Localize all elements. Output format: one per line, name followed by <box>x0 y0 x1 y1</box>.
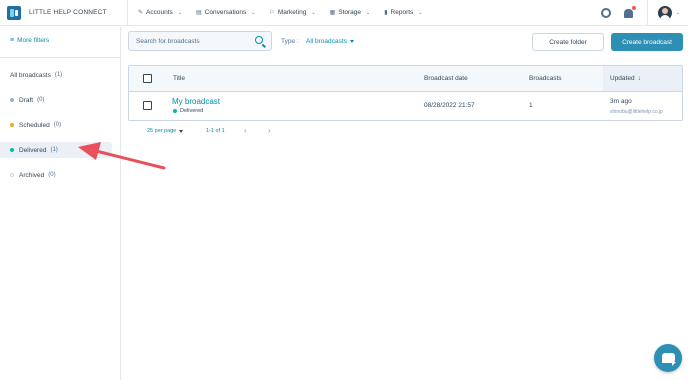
chevron-down-icon: ⌄ <box>251 9 256 16</box>
nav-right-group: ⌄ <box>600 0 688 26</box>
sidebar-item-label: All broadcasts <box>10 71 51 79</box>
sidebar-item-label: Delivered <box>19 146 47 154</box>
status-badge: Delivered <box>173 108 203 114</box>
search-input[interactable] <box>136 37 246 45</box>
brand-logo[interactable] <box>7 5 21 20</box>
chevron-left-icon[interactable]: ‹ <box>244 126 247 135</box>
column-header-broadcasts[interactable]: Broadcasts <box>529 75 562 82</box>
per-page-label: 25 per page <box>147 128 177 134</box>
nav-item-accounts[interactable]: ✎ Accounts ⌄ <box>138 9 182 16</box>
more-filters-link[interactable]: ≡ More filters <box>10 37 49 44</box>
chat-icon: ▤ <box>195 10 202 16</box>
table-header: Title Broadcast date Broadcasts Updated … <box>129 66 682 92</box>
chevron-down-icon: ⌄ <box>418 9 423 16</box>
notification-dot <box>631 5 636 10</box>
broadcast-title-link[interactable]: My broadcast <box>172 97 220 106</box>
nav-item-label: Reports <box>390 9 414 16</box>
nav-item-storage[interactable]: ▦ Storage ⌄ <box>330 9 371 16</box>
status-label: Delivered <box>180 108 204 114</box>
nav-divider <box>127 0 128 26</box>
folder-icon: ▦ <box>329 10 336 16</box>
chevron-down-icon: ⌄ <box>177 9 182 16</box>
nav-item-marketing[interactable]: ⚐ Marketing ⌄ <box>269 9 315 16</box>
sidebar-item-label: Scheduled <box>19 121 50 129</box>
avatar[interactable] <box>657 6 672 20</box>
chevron-down-icon: ⌄ <box>366 9 371 16</box>
sidebar-item-all-broadcasts[interactable]: All broadcasts (1) <box>0 67 112 83</box>
column-header-updated-label: Updated <box>610 75 635 82</box>
nav-item-reports[interactable]: ▮ Reports ⌄ <box>384 9 422 16</box>
sort-down-arrow-icon: ↓ <box>637 75 642 82</box>
nav-item-label: Conversations <box>204 9 247 16</box>
type-filter-dropdown[interactable]: All broadcasts <box>306 38 354 45</box>
sidebar-item-count: (1) <box>54 72 63 78</box>
column-header-broadcast-date[interactable]: Broadcast date <box>424 75 468 82</box>
nav-item-label: Accounts <box>146 9 173 16</box>
status-dot <box>10 98 14 102</box>
more-filters-label: More filters <box>17 37 50 44</box>
select-all-checkbox[interactable] <box>143 74 152 83</box>
type-filter-label: Type : <box>281 38 299 45</box>
broadcasts-count-cell: 1 <box>529 102 533 109</box>
broadcasts-table: Title Broadcast date Broadcasts Updated … <box>128 65 683 121</box>
chart-icon: ▮ <box>384 10 388 16</box>
bell-icon[interactable] <box>623 5 636 18</box>
search-icon[interactable] <box>255 36 263 44</box>
sidebar-item-count: (0) <box>37 97 45 103</box>
broadcast-date-cell: 08/28/2022 21:57 <box>424 102 475 109</box>
per-page-dropdown[interactable]: 25 per page <box>147 128 184 134</box>
search-box <box>128 31 272 51</box>
sidebar-item-count: (1) <box>50 147 58 153</box>
sidebar-item-count: (0) <box>48 172 56 178</box>
chevron-down-icon: ⌄ <box>311 9 316 16</box>
filter-icon: ≡ <box>10 37 15 44</box>
status-dot <box>10 148 14 152</box>
wrench-icon: ✎ <box>138 10 144 16</box>
column-header-updated[interactable]: Updated ↓ <box>610 75 641 82</box>
pagination-range: 1-1 of 1 <box>206 128 225 134</box>
nav-divider <box>646 0 648 26</box>
row-checkbox[interactable] <box>143 101 152 110</box>
sidebar-item-delivered[interactable]: Delivered (1) <box>0 142 112 158</box>
column-header-title[interactable]: Title <box>173 75 185 82</box>
sidebar-item-draft[interactable]: Draft (0) <box>0 92 112 108</box>
sidebar-divider <box>0 57 121 58</box>
status-dot <box>173 109 177 113</box>
brand-name: LITTLE HELP CONNECT <box>29 9 107 16</box>
sidebar-item-count: (0) <box>53 122 62 128</box>
caret-down-icon <box>179 129 184 133</box>
sidebar-item-scheduled[interactable]: Scheduled (0) <box>0 117 112 133</box>
megaphone-icon: ⚐ <box>269 10 275 16</box>
gear-icon[interactable] <box>600 8 611 18</box>
sidebar-item-label: Archived <box>19 171 45 179</box>
chat-bubble-icon <box>661 353 676 366</box>
nav-item-label: Storage <box>338 9 362 16</box>
top-navigation: LITTLE HELP CONNECT ✎ Accounts ⌄ ▤ Conve… <box>0 0 688 26</box>
chat-launcher-button[interactable] <box>654 344 682 372</box>
status-dot <box>10 123 14 127</box>
filter-sidebar: ≡ More filters All broadcasts (1) Draft … <box>0 27 121 380</box>
updated-by-cell: shinobu@littlehelp.co.jp <box>610 109 663 115</box>
status-dot <box>10 173 14 177</box>
create-folder-button[interactable]: Create folder <box>532 33 604 51</box>
caret-down-icon <box>349 40 354 43</box>
updated-time-cell: 3m ago <box>610 98 632 105</box>
nav-item-label: Marketing <box>277 9 307 16</box>
type-filter-value: All broadcasts <box>306 38 347 45</box>
chevron-right-icon[interactable]: › <box>268 126 271 135</box>
chevron-down-icon[interactable]: ⌄ <box>676 10 680 16</box>
sidebar-item-archived[interactable]: Archived (0) <box>0 167 112 183</box>
create-broadcast-button[interactable]: Create broadcast <box>611 33 683 51</box>
sidebar-item-label: Draft <box>19 96 34 104</box>
nav-item-conversations[interactable]: ▤ Conversations ⌄ <box>196 9 255 16</box>
